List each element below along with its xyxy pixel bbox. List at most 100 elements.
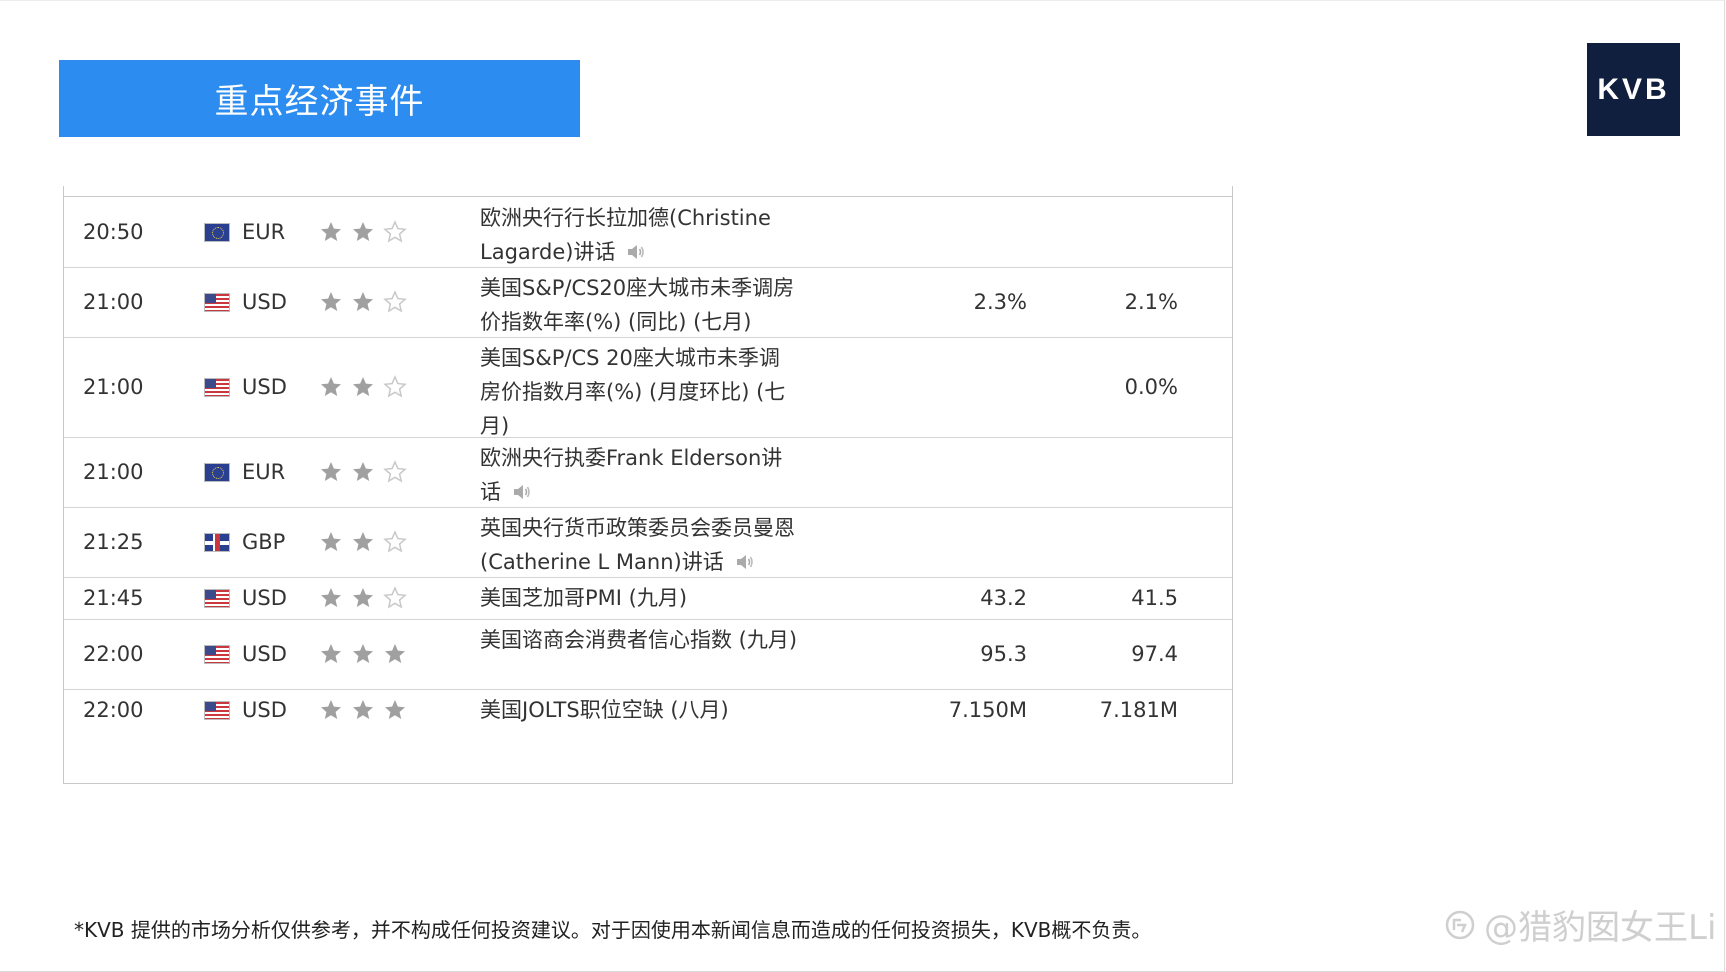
star-filled-icon [353,222,373,241]
event-name: 美国S&P/CS 20座大城市未季调房价指数月率(%) (月度环比) (七月) [480,346,786,438]
us-flag-icon [204,292,230,312]
watermark: @猎豹囡女王Li [1444,900,1716,949]
star-filled-icon [321,532,341,551]
event-time: 22:00 [83,698,144,722]
forecast-value [1064,197,1178,267]
star-filled-icon [353,700,373,719]
star-filled-icon [353,644,373,663]
forecast-value [1064,507,1178,577]
star-filled-icon [353,377,373,396]
us-flag-icon [204,644,230,664]
speaker-icon[interactable] [511,481,533,503]
importance-stars [319,337,429,437]
star-empty-icon [383,290,407,313]
forecast-value: 0.0% [1124,375,1178,399]
kvb-logo: KVB [1587,43,1680,136]
page-title: 重点经济事件 [214,82,425,122]
event-name-cell: 美国谘商会消费者信心指数 (九月) [480,619,800,689]
importance-stars [319,267,429,337]
star-filled-icon [353,588,373,607]
star-filled-icon [321,377,341,396]
table-row: 22:00 USD 美国谘商会消费者信心指数 (九月) 95.3 97.4 [64,619,1232,690]
star-filled-icon [321,644,341,663]
event-time: 21:45 [83,586,144,610]
event-currency: EUR [242,460,286,484]
table-row: 21:00 USD 美国S&P/CS20座大城市未季调房价指数年率(%) (同比) … [64,267,1232,338]
us-flag-icon [204,588,230,608]
previous-value: 7.150M [948,698,1027,722]
star-filled-icon [321,222,341,241]
importance-stars [319,197,429,267]
previous-value [914,507,1027,577]
importance-stars [319,437,429,507]
star-filled-icon [385,644,405,663]
flag-cell [204,267,232,337]
eu-flag-icon [204,222,230,242]
table-row: 21:00 EUR 欧洲央行执委Frank Elderson讲话 [64,437,1232,508]
forecast-value: 97.4 [1131,642,1178,666]
event-name: 美国JOLTS职位空缺 (八月) [480,698,729,722]
event-currency: USD [242,290,287,314]
eu-flag-icon [204,462,230,482]
event-name-cell: 欧洲央行行长拉加德(Christine Lagarde)讲话 [480,197,800,267]
forecast-value: 41.5 [1131,586,1178,610]
table-row: 21:00 USD 美国S&P/CS 20座大城市未季调房价指数月率(%) (月度环… [64,337,1232,438]
gb-flag-icon [204,532,230,552]
speaker-icon[interactable] [625,241,647,263]
speaker-icon[interactable] [734,551,756,573]
previous-value: 2.3% [973,290,1027,314]
slide: 重点经济事件 KVB 20:50 EUR 欧洲央行行长拉加德(Christine L… [0,0,1726,972]
previous-value: 43.2 [980,586,1027,610]
title-banner: 重点经济事件 [59,60,580,137]
previous-value [914,437,1027,507]
forecast-value: 7.181M [1099,698,1178,722]
previous-value: 95.3 [980,642,1027,666]
event-name-cell: 美国JOLTS职位空缺 (八月) [480,689,800,731]
star-filled-icon [321,700,341,719]
us-flag-icon [204,377,230,397]
star-filled-icon [353,292,373,311]
event-name: 美国谘商会消费者信心指数 (九月) [480,628,798,652]
star-empty-icon [383,220,407,243]
event-currency: USD [242,642,287,666]
logo-text: KVB [1597,72,1670,106]
star-empty-icon [383,460,407,483]
table-row: 21:25 GBP 英国央行货币政策委员会委员曼恩(Catherine L Mann… [64,507,1232,578]
table-row: 22:00 USD 美国JOLTS职位空缺 (八月) 7.150M 7.181M [64,689,1232,731]
importance-stars [319,689,429,731]
event-currency: EUR [242,220,286,244]
previous-value [914,337,1027,437]
table-row: 20:50 EUR 欧洲央行行长拉加德(Christine Lagarde)讲话 [64,197,1232,268]
star-empty-icon [383,530,407,553]
importance-stars [319,619,429,689]
event-currency: USD [242,698,287,722]
us-flag-icon [204,700,230,720]
flag-cell [204,437,232,507]
event-name: 美国S&P/CS20座大城市未季调房价指数年率(%) (同比) (七月) [480,276,795,334]
star-filled-icon [321,462,341,481]
event-name-cell: 美国芝加哥PMI (九月) [480,577,800,619]
event-currency: GBP [242,530,286,554]
flag-cell [204,337,232,437]
event-time: 21:00 [83,460,144,484]
event-time: 21:00 [83,375,144,399]
table-row: 21:45 USD 美国芝加哥PMI (九月) 43.2 41.5 [64,577,1232,620]
event-time: 20:50 [83,220,144,244]
importance-stars [319,507,429,577]
event-name-cell: 美国S&P/CS20座大城市未季调房价指数年率(%) (同比) (七月) [480,267,800,337]
event-name: 美国芝加哥PMI (九月) [480,586,688,610]
flag-cell [204,507,232,577]
star-empty-icon [383,375,407,398]
star-empty-icon [383,586,407,609]
economic-events-table: 20:50 EUR 欧洲央行行长拉加德(Christine Lagarde)讲话 21… [63,186,1233,784]
event-time: 22:00 [83,642,144,666]
star-filled-icon [353,462,373,481]
star-filled-icon [321,588,341,607]
event-currency: USD [242,375,287,399]
previous-value [914,197,1027,267]
importance-stars [319,577,429,619]
event-currency: USD [242,586,287,610]
flag-cell [204,689,232,731]
event-time: 21:25 [83,530,144,554]
flag-cell [204,619,232,689]
